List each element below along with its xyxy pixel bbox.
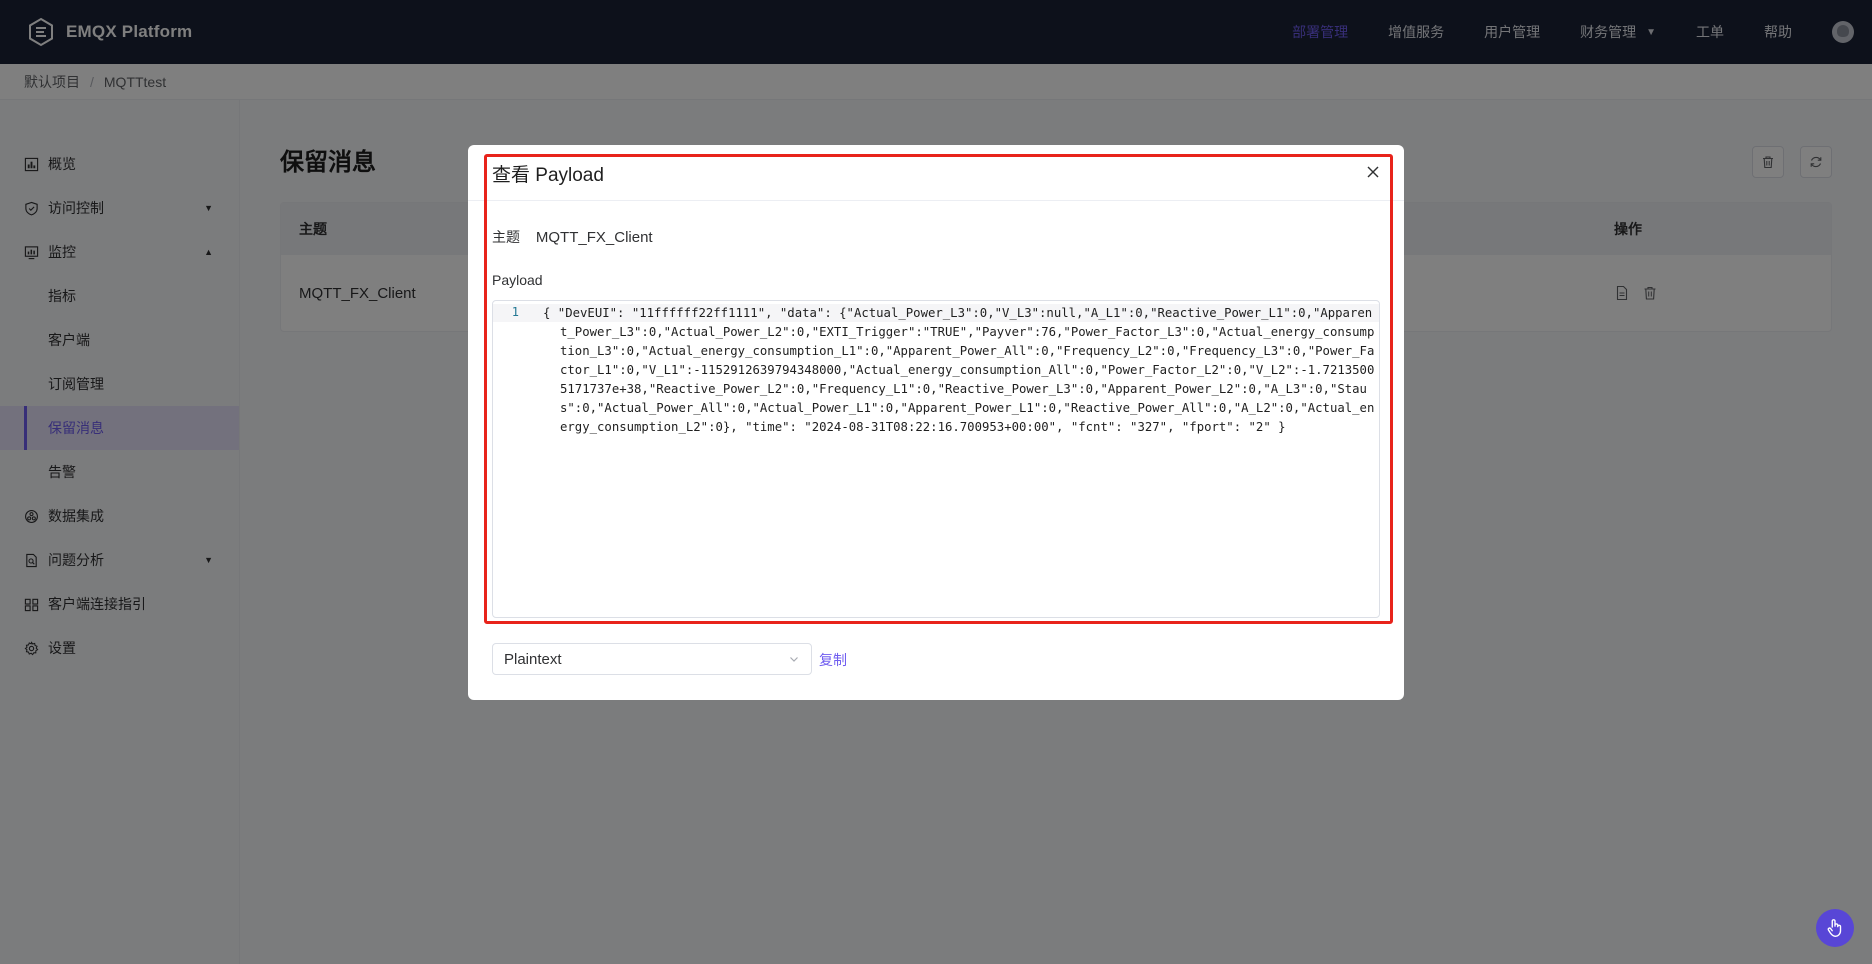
copy-button[interactable]: 复制 — [819, 650, 847, 670]
payload-editor[interactable]: 1 { "DevEUI": "11ffffff22ff1111", "data"… — [492, 300, 1380, 618]
hand-pointer-icon — [1827, 919, 1842, 937]
format-selected-value: Plaintext — [504, 650, 562, 668]
line-number: 1 — [511, 305, 519, 319]
dialog-title: 查看 Payload — [492, 165, 604, 186]
chevron-down-icon — [790, 657, 798, 662]
view-payload-dialog: 查看 Payload 主题 MQTT_FX_Client Payload 1 {… — [468, 145, 1404, 700]
dialog-header: 查看 Payload — [468, 145, 1404, 201]
payload-label: Payload — [492, 272, 543, 288]
close-icon[interactable] — [1366, 165, 1380, 179]
topic-value: MQTT_FX_Client — [535, 229, 653, 246]
topic-label: 主题 — [492, 229, 520, 245]
payload-code[interactable]: { "DevEUI": "11ffffff22ff1111", "data": … — [543, 304, 1377, 437]
topic-line: 主题 MQTT_FX_Client — [492, 227, 653, 247]
help-float-button[interactable] — [1816, 909, 1854, 947]
payload-format-select[interactable]: Plaintext — [492, 643, 812, 675]
